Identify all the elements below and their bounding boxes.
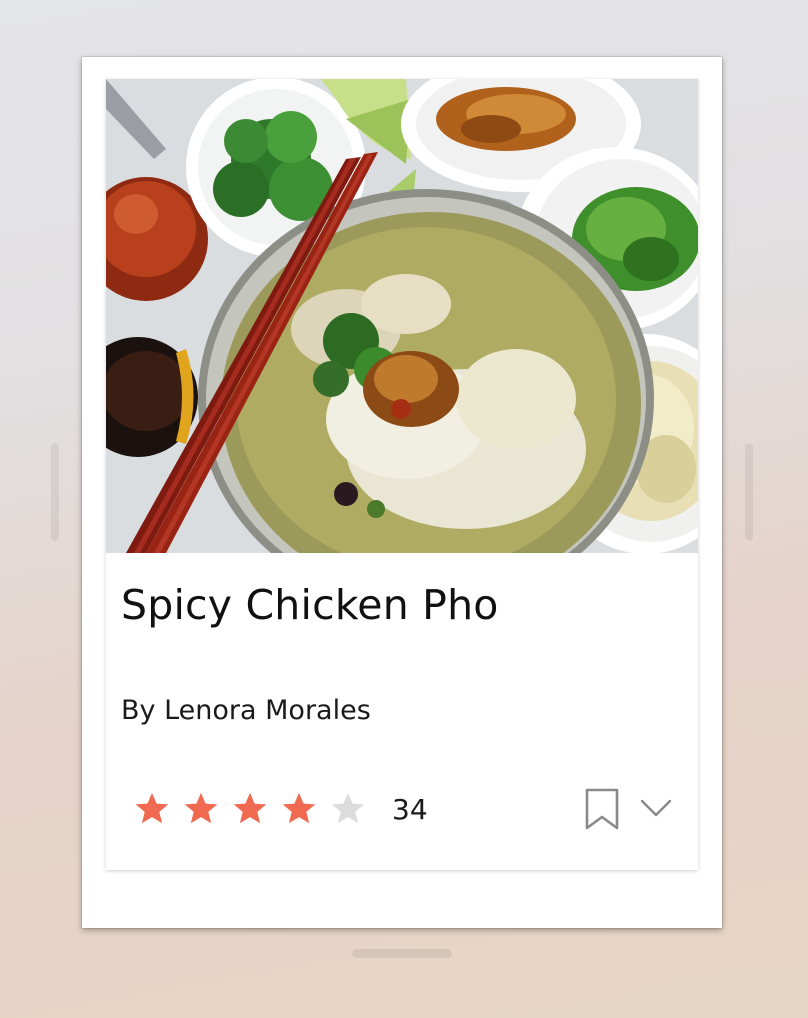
star-icon[interactable] (280, 790, 318, 828)
expand-button[interactable] (636, 790, 676, 826)
chevron-down-icon[interactable] (640, 798, 672, 818)
recipe-card[interactable]: Spicy Chicken Pho By Lenora Morales 34 (106, 79, 698, 870)
recipe-author: By Lenora Morales (121, 695, 371, 726)
recipe-photo[interactable] (106, 79, 698, 553)
device-frame: Spicy Chicken Pho By Lenora Morales 34 (82, 57, 722, 928)
star-rating[interactable]: 34 (133, 787, 428, 831)
recipe-photo-illustration (106, 79, 698, 553)
bookmark-icon[interactable] (585, 788, 619, 830)
star-icon[interactable] (231, 790, 269, 828)
star-icon[interactable] (133, 790, 171, 828)
side-handle-left (51, 443, 59, 541)
star-icon[interactable] (182, 790, 220, 828)
star-icon[interactable] (329, 790, 367, 828)
side-handle-right (745, 443, 753, 541)
bookmark-button[interactable] (582, 786, 622, 832)
rating-count: 34 (392, 792, 428, 826)
recipe-title: Spicy Chicken Pho (121, 581, 499, 629)
bottom-handle (352, 949, 452, 958)
